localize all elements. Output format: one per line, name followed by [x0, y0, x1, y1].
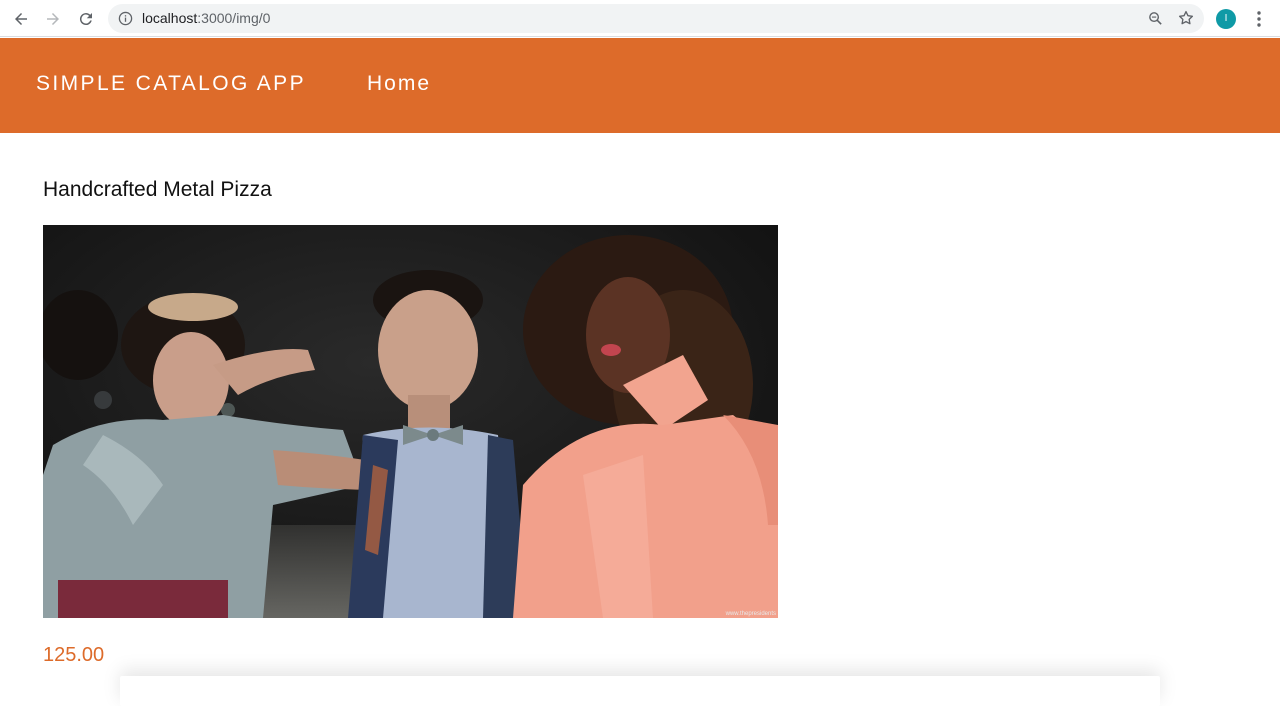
zoom-icon[interactable] [1147, 10, 1164, 27]
arrow-left-icon [15, 13, 27, 25]
image-watermark: www.thepresidents [725, 611, 776, 617]
nav-home-link[interactable]: Home [367, 72, 431, 96]
app-header: SIMPLE CATALOG APP Home [0, 38, 1280, 133]
product-image: www.thepresidents [43, 225, 778, 618]
kebab-menu-icon[interactable] [1250, 8, 1268, 30]
info-icon[interactable] [118, 11, 133, 26]
arrow-right-icon [47, 13, 59, 25]
browser-toolbar: localhost:3000/img/0 I [0, 0, 1280, 37]
address-bar[interactable]: localhost:3000/img/0 [108, 4, 1204, 33]
product-title: Handcrafted Metal Pizza [43, 178, 272, 201]
profile-avatar[interactable]: I [1216, 9, 1236, 29]
url-path: :3000/img/0 [197, 10, 271, 26]
next-card-edge [120, 676, 1160, 706]
url-text[interactable]: localhost:3000/img/0 [142, 10, 270, 27]
product-photo [43, 225, 778, 618]
app-title-link[interactable]: SIMPLE CATALOG APP [36, 72, 306, 96]
forward-button[interactable] [40, 6, 66, 32]
star-icon[interactable] [1177, 9, 1195, 27]
reload-button[interactable] [73, 6, 99, 32]
reload-icon [79, 13, 92, 26]
product-price: 125.00 [43, 644, 105, 666]
back-button[interactable] [8, 6, 34, 32]
url-host: localhost [142, 10, 198, 26]
